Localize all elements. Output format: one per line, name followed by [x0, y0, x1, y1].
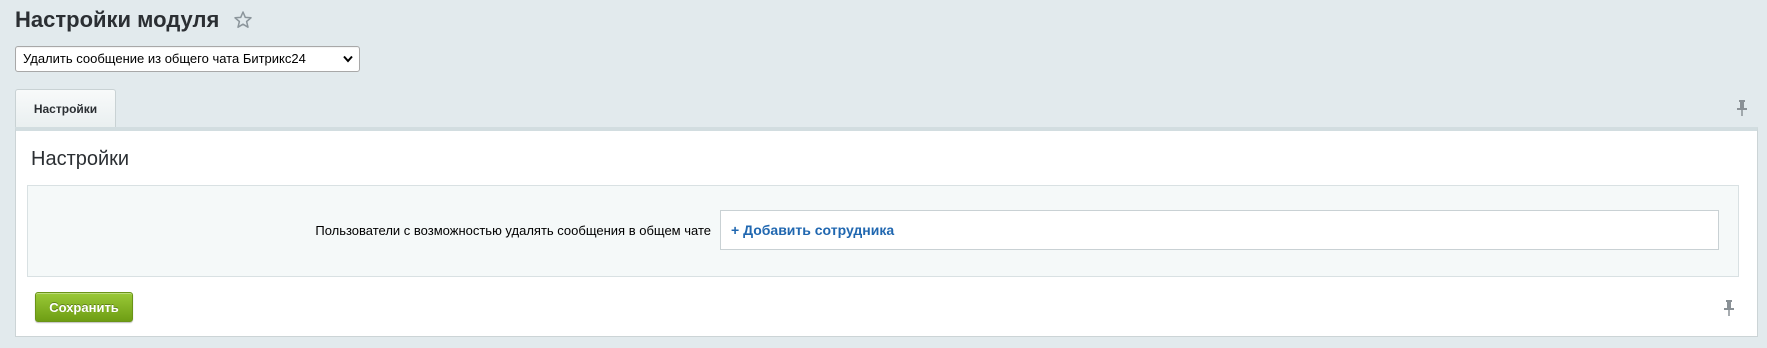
- section-title: Настройки: [31, 148, 130, 170]
- tab-settings[interactable]: Настройки: [15, 89, 116, 128]
- star-icon[interactable]: [233, 10, 253, 30]
- field-label: Пользователи с возможностью удалять сооб…: [315, 223, 711, 238]
- module-select[interactable]: Удалить сообщение из общего чата Битрикс…: [15, 46, 360, 72]
- pin-icon[interactable]: [1723, 299, 1735, 317]
- page-header: Настройки модуля: [15, 5, 253, 35]
- add-employee-link[interactable]: + Добавить сотрудника: [731, 222, 894, 238]
- pin-icon[interactable]: [1736, 99, 1748, 117]
- page-title: Настройки модуля: [15, 7, 220, 32]
- chevron-down-icon: [343, 55, 353, 63]
- tab-settings-label: Настройки: [33, 102, 98, 116]
- module-select-value: Удалить сообщение из общего чата Битрикс…: [23, 51, 306, 66]
- save-button[interactable]: Сохранить: [35, 292, 133, 322]
